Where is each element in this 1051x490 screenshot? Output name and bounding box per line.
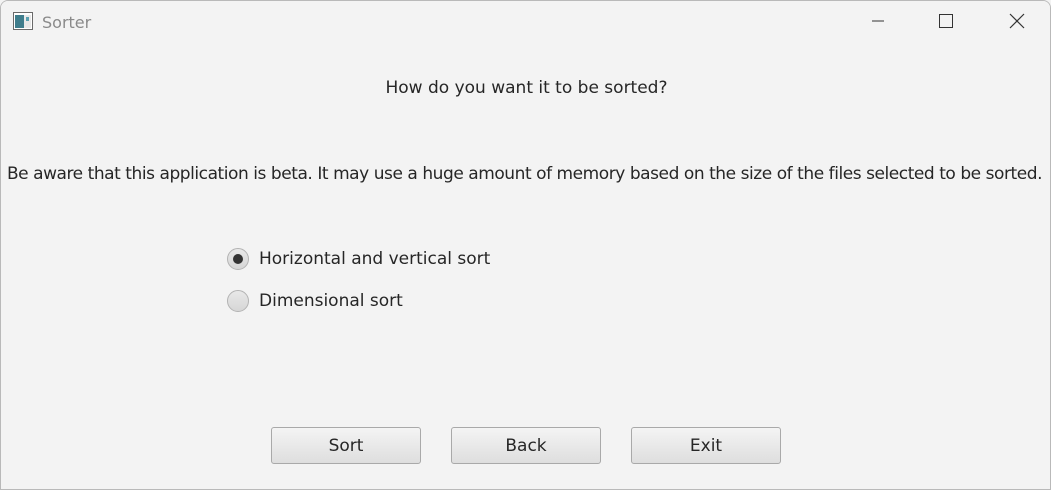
maximize-icon xyxy=(938,13,954,33)
radio-selected-dot xyxy=(233,254,243,264)
minimize-icon xyxy=(870,13,886,33)
sort-button[interactable]: Sort xyxy=(271,427,421,464)
minimize-button[interactable] xyxy=(855,1,901,44)
radio-button[interactable] xyxy=(227,290,249,312)
app-window: Sorter How do you want it to be sorted? … xyxy=(0,0,1051,490)
exit-button[interactable]: Exit xyxy=(631,427,781,464)
radio-label[interactable]: Horizontal and vertical sort xyxy=(259,249,490,269)
radio-dimensional-sort[interactable]: Dimensional sort xyxy=(227,290,403,312)
back-button[interactable]: Back xyxy=(451,427,601,464)
window-title: Sorter xyxy=(42,13,92,32)
main-content: How do you want it to be sorted? Be awar… xyxy=(1,45,1050,489)
title-bar[interactable]: Sorter xyxy=(1,1,1050,44)
maximize-button[interactable] xyxy=(923,1,969,44)
radio-button[interactable] xyxy=(227,248,249,270)
close-icon xyxy=(1009,13,1025,33)
sort-question: How do you want it to be sorted? xyxy=(385,78,668,98)
java-app-icon xyxy=(13,12,33,30)
radio-horizontal-vertical-sort[interactable]: Horizontal and vertical sort xyxy=(227,248,490,270)
beta-warning: Be aware that this application is beta. … xyxy=(6,164,1043,184)
radio-label[interactable]: Dimensional sort xyxy=(259,291,403,311)
close-button[interactable] xyxy=(994,1,1040,44)
